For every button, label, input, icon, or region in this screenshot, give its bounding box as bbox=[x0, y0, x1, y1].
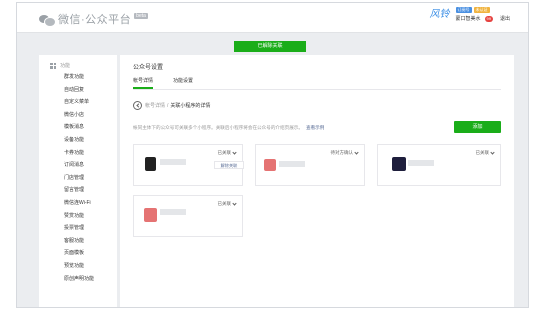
mini-program-name-masked bbox=[279, 161, 305, 167]
notice-toast: 已解除关联 bbox=[234, 41, 306, 52]
mini-program-card[interactable]: 待对方确认 bbox=[255, 144, 365, 186]
sidebar-item[interactable]: 预览功能 bbox=[39, 260, 117, 273]
sidebar-item[interactable]: 订阅消息 bbox=[39, 159, 117, 172]
main-panel: 公众号设置 帐号详情 功能设置 帐号详情 / 关联小程序的详情 帐同主体下的公众… bbox=[120, 55, 514, 307]
chevron-down-icon bbox=[232, 200, 237, 206]
add-button[interactable]: 添加 bbox=[454, 121, 501, 133]
mini-program-avatar bbox=[264, 159, 276, 171]
sidebar-item[interactable]: 自定义菜单 bbox=[39, 96, 117, 109]
logout-link[interactable]: 退出 bbox=[500, 15, 510, 22]
mini-program-name-masked bbox=[160, 159, 186, 165]
sidebar-item[interactable]: 赞赏功能 bbox=[39, 210, 117, 223]
sidebar-item[interactable]: 群发功能 bbox=[39, 71, 117, 84]
mini-program-card[interactable]: 已关联 解除关联 bbox=[133, 144, 244, 186]
message-count-badge[interactable]: 99 bbox=[484, 15, 493, 22]
back-arrow-icon[interactable] bbox=[133, 101, 142, 110]
sidebar-item[interactable]: 原创声明功能 bbox=[39, 273, 117, 286]
chevron-down-icon bbox=[354, 149, 359, 155]
sidebar-item[interactable]: 投票管理 bbox=[39, 222, 117, 235]
card-status[interactable]: 已关联 bbox=[218, 200, 237, 207]
account-avatar-logo[interactable]: 风铃 bbox=[430, 9, 450, 20]
sidebar: 功能 群发功能 自动回复 自定义菜单 微信小店 模板消息 设备功能 卡券功能 订… bbox=[39, 55, 117, 307]
card-status[interactable]: 待对方确认 bbox=[331, 149, 359, 156]
wechat-logo-icon bbox=[39, 14, 56, 27]
breadcrumb: 帐号详情 / 关联小程序的详情 bbox=[133, 101, 210, 110]
page-title: 公众号设置 bbox=[133, 65, 164, 71]
chevron-down-icon bbox=[490, 149, 495, 155]
description-text: 帐同主体下的公众号可关联多个小程序。关联后小程序将会在公众号的介绍页展示。 查看示… bbox=[133, 125, 325, 130]
sidebar-item[interactable]: 微信连Wi-Fi bbox=[39, 197, 117, 210]
breadcrumb-separator: / bbox=[167, 102, 169, 109]
unlink-button[interactable]: 解除关联 bbox=[214, 161, 244, 169]
app-window: 微信·公众平台 beta 风铃 订阅号 未认证 蒙口智美水 99 退出 已解除关… bbox=[16, 2, 529, 308]
mini-program-name-masked bbox=[160, 209, 186, 215]
sidebar-item[interactable]: 模板消息 bbox=[39, 121, 117, 134]
top-bar: 微信·公众平台 beta 风铃 订阅号 未认证 蒙口智美水 99 退出 bbox=[17, 3, 528, 33]
mini-program-avatar bbox=[392, 157, 406, 171]
view-example-link[interactable]: 查看示例 bbox=[306, 125, 324, 130]
sidebar-item[interactable]: 设备功能 bbox=[39, 134, 117, 147]
mini-program-card[interactable]: 已关联 bbox=[133, 195, 243, 237]
mini-program-avatar bbox=[145, 157, 156, 171]
user-area: 风铃 订阅号 未认证 蒙口智美水 99 退出 bbox=[430, 7, 510, 22]
sidebar-item[interactable]: 门店管理 bbox=[39, 172, 117, 185]
breadcrumb-current: 关联小程序的详情 bbox=[170, 103, 211, 109]
mini-program-card[interactable]: 已关联 bbox=[377, 144, 501, 186]
tab-account-details[interactable]: 帐号详情 bbox=[133, 77, 154, 89]
card-status[interactable]: 已关联 bbox=[218, 149, 237, 156]
tab-feature-settings[interactable]: 功能设置 bbox=[173, 77, 193, 89]
breadcrumb-parent[interactable]: 帐号详情 bbox=[145, 102, 165, 109]
sidebar-section-header: 功能 bbox=[39, 60, 117, 71]
tab-bar: 帐号详情 功能设置 bbox=[133, 77, 213, 89]
brand-title: 微信·公众平台 bbox=[58, 14, 132, 26]
sidebar-item[interactable]: 客服功能 bbox=[39, 235, 117, 248]
verify-status-badge: 未认证 bbox=[473, 7, 490, 13]
account-type-badge: 订阅号 bbox=[455, 7, 472, 13]
grid-icon bbox=[50, 62, 56, 69]
sidebar-item[interactable]: 卡券功能 bbox=[39, 147, 117, 160]
card-status[interactable]: 已关联 bbox=[476, 149, 495, 156]
brand-logo[interactable]: 微信·公众平台 beta bbox=[39, 11, 148, 27]
sidebar-item[interactable]: 自动回复 bbox=[39, 84, 117, 97]
mini-program-name-masked bbox=[408, 160, 434, 166]
sidebar-item[interactable]: 微信小店 bbox=[39, 109, 117, 122]
sidebar-item[interactable]: 页面模板 bbox=[39, 247, 117, 260]
mini-program-avatar bbox=[144, 208, 157, 222]
account-name[interactable]: 蒙口智美水 bbox=[456, 15, 481, 22]
beta-badge: beta bbox=[134, 13, 148, 19]
sidebar-item[interactable]: 留言管理 bbox=[39, 184, 117, 197]
tab-divider bbox=[133, 89, 501, 90]
chevron-down-icon bbox=[232, 149, 237, 155]
